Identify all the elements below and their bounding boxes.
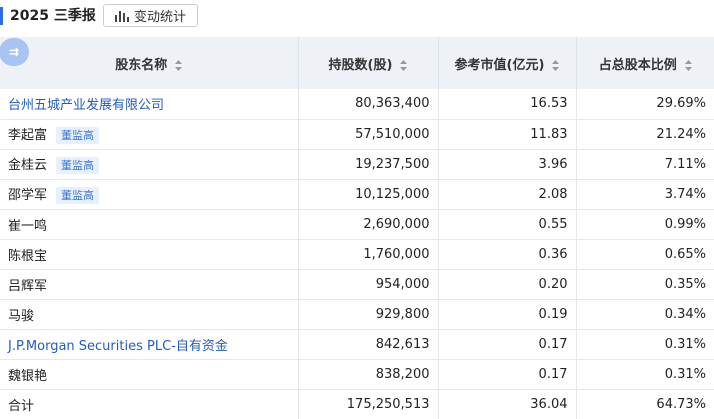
sort-icon[interactable]	[400, 59, 408, 71]
market-value-cell: 0.17	[438, 329, 577, 360]
executive-tag: 董监高	[56, 187, 100, 204]
top-bar: 2025 三季报 变动统计	[0, 0, 714, 34]
shareholder-name-cell: J.P.Morgan Securities PLC-自有资金	[0, 329, 299, 360]
shareholder-name: 崔一鸣	[8, 218, 48, 234]
col-header-name[interactable]: ⇉ 股东名称	[0, 37, 299, 89]
market-value-cell: 0.17	[438, 359, 577, 390]
shareholder-name: 李起富	[8, 128, 48, 143]
shareholder-name: 马骏	[8, 308, 35, 324]
ratio-cell: 0.31%	[576, 329, 714, 360]
accent-bar	[0, 7, 3, 25]
col-header-shares[interactable]: 持股数(股)	[298, 37, 439, 89]
market-value-cell: 0.20	[438, 269, 577, 300]
table-row: 崔一鸣 2,690,000 0.55 0.99%	[0, 209, 714, 240]
table-row: 陈根宝 1,760,000 0.36 0.65%	[0, 239, 714, 270]
shareholder-name: 金桂云	[8, 158, 48, 173]
market-value-cell: 0.55	[438, 209, 577, 240]
shares-cell: 57,510,000	[298, 119, 439, 150]
shareholder-name-cell: 魏银艳	[0, 359, 299, 390]
change-stats-label: 变动统计	[133, 10, 186, 25]
table-row: 台州五城产业发展有限公司 80,363,400 16.53 29.69%	[0, 89, 714, 120]
table-row: J.P.Morgan Securities PLC-自有资金 842,613 0.1…	[0, 329, 714, 360]
shareholder-name: 魏银艳	[8, 368, 48, 384]
shareholder-name-cell: 李起富 董监高	[0, 119, 299, 150]
shareholder-name-cell: 马骏	[0, 299, 299, 330]
shares-cell: 842,613	[298, 329, 439, 360]
market-value-cell: 0.19	[438, 299, 577, 330]
market-value-cell: 3.96	[438, 149, 577, 180]
market-value-cell: 2.08	[438, 179, 577, 210]
table-row: 邵学军 董监高 10,125,000 2.08 3.74%	[0, 179, 714, 210]
ratio-cell: 0.31%	[576, 359, 714, 390]
table-header-row: ⇉ 股东名称 持股数(股) 参考市值(亿元) 占总股本比例	[0, 37, 714, 89]
shareholder-name-cell: 崔一鸣	[0, 209, 299, 240]
shares-cell: 1,760,000	[298, 239, 439, 270]
total-label: 合计	[0, 389, 299, 419]
shares-cell: 80,363,400	[298, 89, 439, 120]
col-header-shares-label: 持股数(股)	[328, 57, 393, 73]
executive-tag: 董监高	[56, 157, 100, 174]
market-value-cell: 0.36	[438, 239, 577, 270]
shareholder-link[interactable]: J.P.Morgan Securities PLC-自有资金	[8, 339, 228, 354]
col-header-value[interactable]: 参考市值(亿元)	[438, 37, 577, 89]
ratio-cell: 0.35%	[576, 269, 714, 300]
bar-chart-icon	[114, 10, 129, 22]
shareholder-name-cell: 邵学军 董监高	[0, 179, 299, 210]
total-ratio: 64.73%	[656, 396, 706, 412]
shareholder-name-cell: 吕辉军	[0, 269, 299, 300]
sort-icon[interactable]	[175, 59, 183, 71]
ratio-cell: 21.24%	[576, 119, 714, 150]
shares-cell: 2,690,000	[298, 209, 439, 240]
shareholder-link[interactable]: 台州五城产业发展有限公司	[8, 98, 164, 113]
shares-cell: 10,125,000	[298, 179, 439, 210]
sort-icon[interactable]	[684, 59, 692, 71]
table-row: 魏银艳 838,200 0.17 0.31%	[0, 359, 714, 390]
table-row: 金桂云 董监高 19,237,500 3.96 7.11%	[0, 149, 714, 180]
change-stats-button[interactable]: 变动统计	[103, 4, 198, 27]
shares-cell: 838,200	[298, 359, 439, 390]
ratio-cell: 0.65%	[576, 239, 714, 270]
market-value-cell: 16.53	[438, 89, 577, 120]
total-row: 合计 175,250,513 36.04 64.73%	[0, 389, 714, 419]
col-header-value-label: 参考市值(亿元)	[454, 57, 545, 73]
col-header-name-label: 股东名称	[115, 57, 168, 73]
shareholder-name-cell: 陈根宝	[0, 239, 299, 270]
shareholder-name: 邵学军	[8, 188, 48, 203]
table-row: 李起富 董监高 57,510,000 11.83 21.24%	[0, 119, 714, 150]
report-period: 2025 三季报	[10, 8, 96, 24]
executive-tag: 董监高	[56, 127, 100, 144]
market-value-cell: 11.83	[438, 119, 577, 150]
sort-icon[interactable]	[552, 59, 560, 71]
shares-cell: 954,000	[298, 269, 439, 300]
shares-cell: 929,800	[298, 299, 439, 330]
ratio-cell: 0.34%	[576, 299, 714, 330]
shares-cell: 19,237,500	[298, 149, 439, 180]
total-shares: 175,250,513	[298, 389, 439, 419]
shareholder-name: 陈根宝	[8, 248, 48, 264]
table-row: 马骏 929,800 0.19 0.34%	[0, 299, 714, 330]
ratio-cell: 7.11%	[576, 149, 714, 180]
table-row: 吕辉军 954,000 0.20 0.35%	[0, 269, 714, 300]
total-value: 36.04	[438, 389, 577, 419]
shareholder-table: ⇉ 股东名称 持股数(股) 参考市值(亿元) 占总股本比例 台州五城产业发展有限…	[0, 37, 714, 419]
ratio-cell: 3.74%	[576, 179, 714, 210]
col-header-ratio-label: 占总股本比例	[598, 57, 677, 73]
shareholder-name: 吕辉军	[8, 278, 48, 294]
shareholder-name-cell: 台州五城产业发展有限公司	[0, 89, 299, 120]
col-header-ratio[interactable]: 占总股本比例	[576, 37, 714, 89]
shareholder-name-cell: 金桂云 董监高	[0, 149, 299, 180]
collapse-icon[interactable]: ⇉	[0, 38, 29, 66]
ratio-cell: 0.99%	[576, 209, 714, 240]
ratio-cell: 29.69%	[576, 89, 714, 120]
